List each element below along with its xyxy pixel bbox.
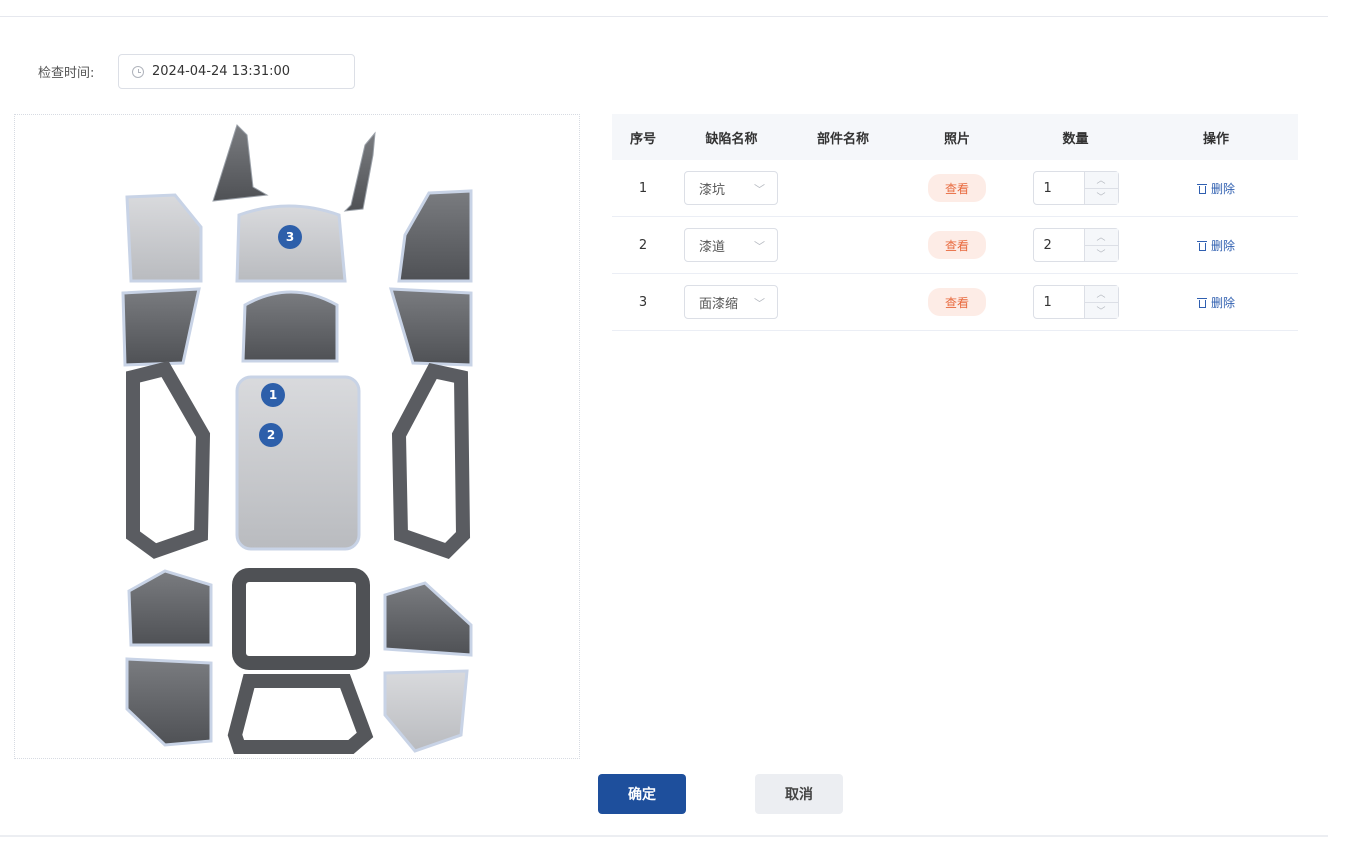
view-photo-button[interactable]: 查看 — [928, 288, 986, 316]
cancel-button[interactable]: 取消 — [755, 774, 843, 814]
defect-table: 序号 缺陷名称 部件名称 照片 数量 操作 1 漆坑 ﹀ 查看 1 ︿ ﹀ 删除… — [612, 114, 1298, 331]
increment-icon[interactable]: ︿ — [1084, 286, 1118, 303]
defect-marker-3[interactable]: 3 — [278, 225, 302, 249]
confirm-button[interactable]: 确定 — [598, 774, 686, 814]
header-photo: 照片 — [943, 131, 970, 147]
left-door-inner — [121, 287, 201, 367]
decrement-icon[interactable]: ﹀ — [1084, 302, 1118, 318]
delete-button[interactable]: 删除 — [1196, 180, 1235, 197]
left-rear-door-outer — [125, 657, 213, 747]
clock-icon — [132, 65, 144, 78]
inspection-time-row: 检查时间: 2024-04-24 13:31:00 — [38, 54, 355, 89]
svg-text:3: 3 — [286, 230, 294, 244]
right-body-side — [391, 363, 471, 560]
quantity-stepper[interactable]: 1 ︿ ﹀ — [1032, 285, 1119, 319]
delete-button[interactable]: 删除 — [1196, 237, 1235, 254]
quantity-stepper[interactable]: 2 ︿ ﹀ — [1032, 228, 1119, 262]
table-row: 3 面漆缩 ﹀ 查看 1 ︿ ﹀ 删除 — [612, 274, 1298, 331]
delete-label: 删除 — [1210, 295, 1235, 310]
quantity-stepper[interactable]: 1 ︿ ﹀ — [1032, 171, 1119, 205]
defect-name-value: 漆坑 — [699, 182, 726, 198]
table-header: 序号 缺陷名称 部件名称 照片 数量 操作 — [612, 114, 1298, 160]
decrement-icon[interactable]: ﹀ — [1084, 245, 1118, 261]
left-front-door-outer — [125, 193, 203, 283]
svg-text:1: 1 — [269, 388, 277, 402]
trash-icon — [1196, 240, 1207, 251]
defect-name-select[interactable]: 漆坑 ﹀ — [684, 171, 778, 205]
inspection-time-value: 2024-04-24 13:31:00 — [152, 64, 291, 79]
tailgate-outer-part — [227, 674, 374, 754]
right-pillar-part — [343, 131, 376, 212]
hood-inner-part — [241, 290, 339, 363]
delete-label: 删除 — [1210, 238, 1235, 253]
header-operation: 操作 — [1202, 131, 1229, 147]
svg-text:2: 2 — [267, 428, 275, 442]
chevron-down-icon: ﹀ — [754, 183, 765, 196]
row-seq: 3 — [638, 294, 648, 310]
header-defect-name: 缺陷名称 — [705, 131, 758, 147]
roof-panel-part — [235, 375, 361, 551]
top-divider — [0, 16, 1328, 17]
view-photo-button[interactable]: 查看 — [928, 231, 986, 259]
header-seq: 序号 — [629, 131, 656, 147]
trash-icon — [1196, 297, 1207, 308]
chevron-down-icon: ﹀ — [754, 297, 765, 310]
defect-name-select[interactable]: 面漆缩 ﹀ — [684, 285, 778, 319]
row-seq: 2 — [638, 237, 648, 253]
right-rear-door-outer — [383, 669, 469, 753]
defect-marker-2[interactable]: 2 — [259, 423, 283, 447]
view-photo-button[interactable]: 查看 — [928, 174, 986, 202]
right-front-door-outer — [397, 189, 473, 283]
right-door-inner — [388, 287, 473, 367]
right-rear-door-inner — [383, 581, 473, 657]
delete-button[interactable]: 删除 — [1196, 294, 1235, 311]
increment-icon[interactable]: ︿ — [1084, 172, 1118, 189]
inspection-time-label: 检查时间: — [38, 66, 95, 81]
table-row: 2 漆道 ﹀ 查看 2 ︿ ﹀ 删除 — [612, 217, 1298, 274]
delete-label: 删除 — [1210, 181, 1235, 196]
left-body-side — [126, 360, 211, 559]
car-parts-illustration: 3 1 2 — [121, 124, 473, 754]
quantity-value[interactable]: 2 — [1034, 229, 1084, 261]
defect-name-select[interactable]: 漆道 ﹀ — [684, 228, 778, 262]
header-part-name: 部件名称 — [816, 131, 869, 147]
defect-name-value: 面漆缩 — [699, 296, 739, 312]
tailgate-inner-part — [232, 568, 370, 670]
quantity-value[interactable]: 1 — [1034, 172, 1084, 204]
increment-icon[interactable]: ︿ — [1084, 229, 1118, 246]
defect-name-value: 漆道 — [699, 239, 726, 255]
table-row: 1 漆坑 ﹀ 查看 1 ︿ ﹀ 删除 — [612, 160, 1298, 217]
left-pillar-part — [212, 124, 269, 202]
header-quantity: 数量 — [1062, 131, 1089, 147]
left-rear-door-inner — [127, 569, 213, 647]
defect-marker-1[interactable]: 1 — [261, 383, 285, 407]
car-body-diagram[interactable]: 3 1 2 — [14, 114, 580, 759]
bottom-divider — [0, 835, 1328, 837]
chevron-down-icon: ﹀ — [754, 240, 765, 253]
inspection-time-picker[interactable]: 2024-04-24 13:31:00 — [118, 54, 355, 89]
quantity-value[interactable]: 1 — [1034, 286, 1084, 318]
decrement-icon[interactable]: ﹀ — [1084, 188, 1118, 204]
trash-icon — [1196, 183, 1207, 194]
row-seq: 1 — [638, 180, 648, 196]
